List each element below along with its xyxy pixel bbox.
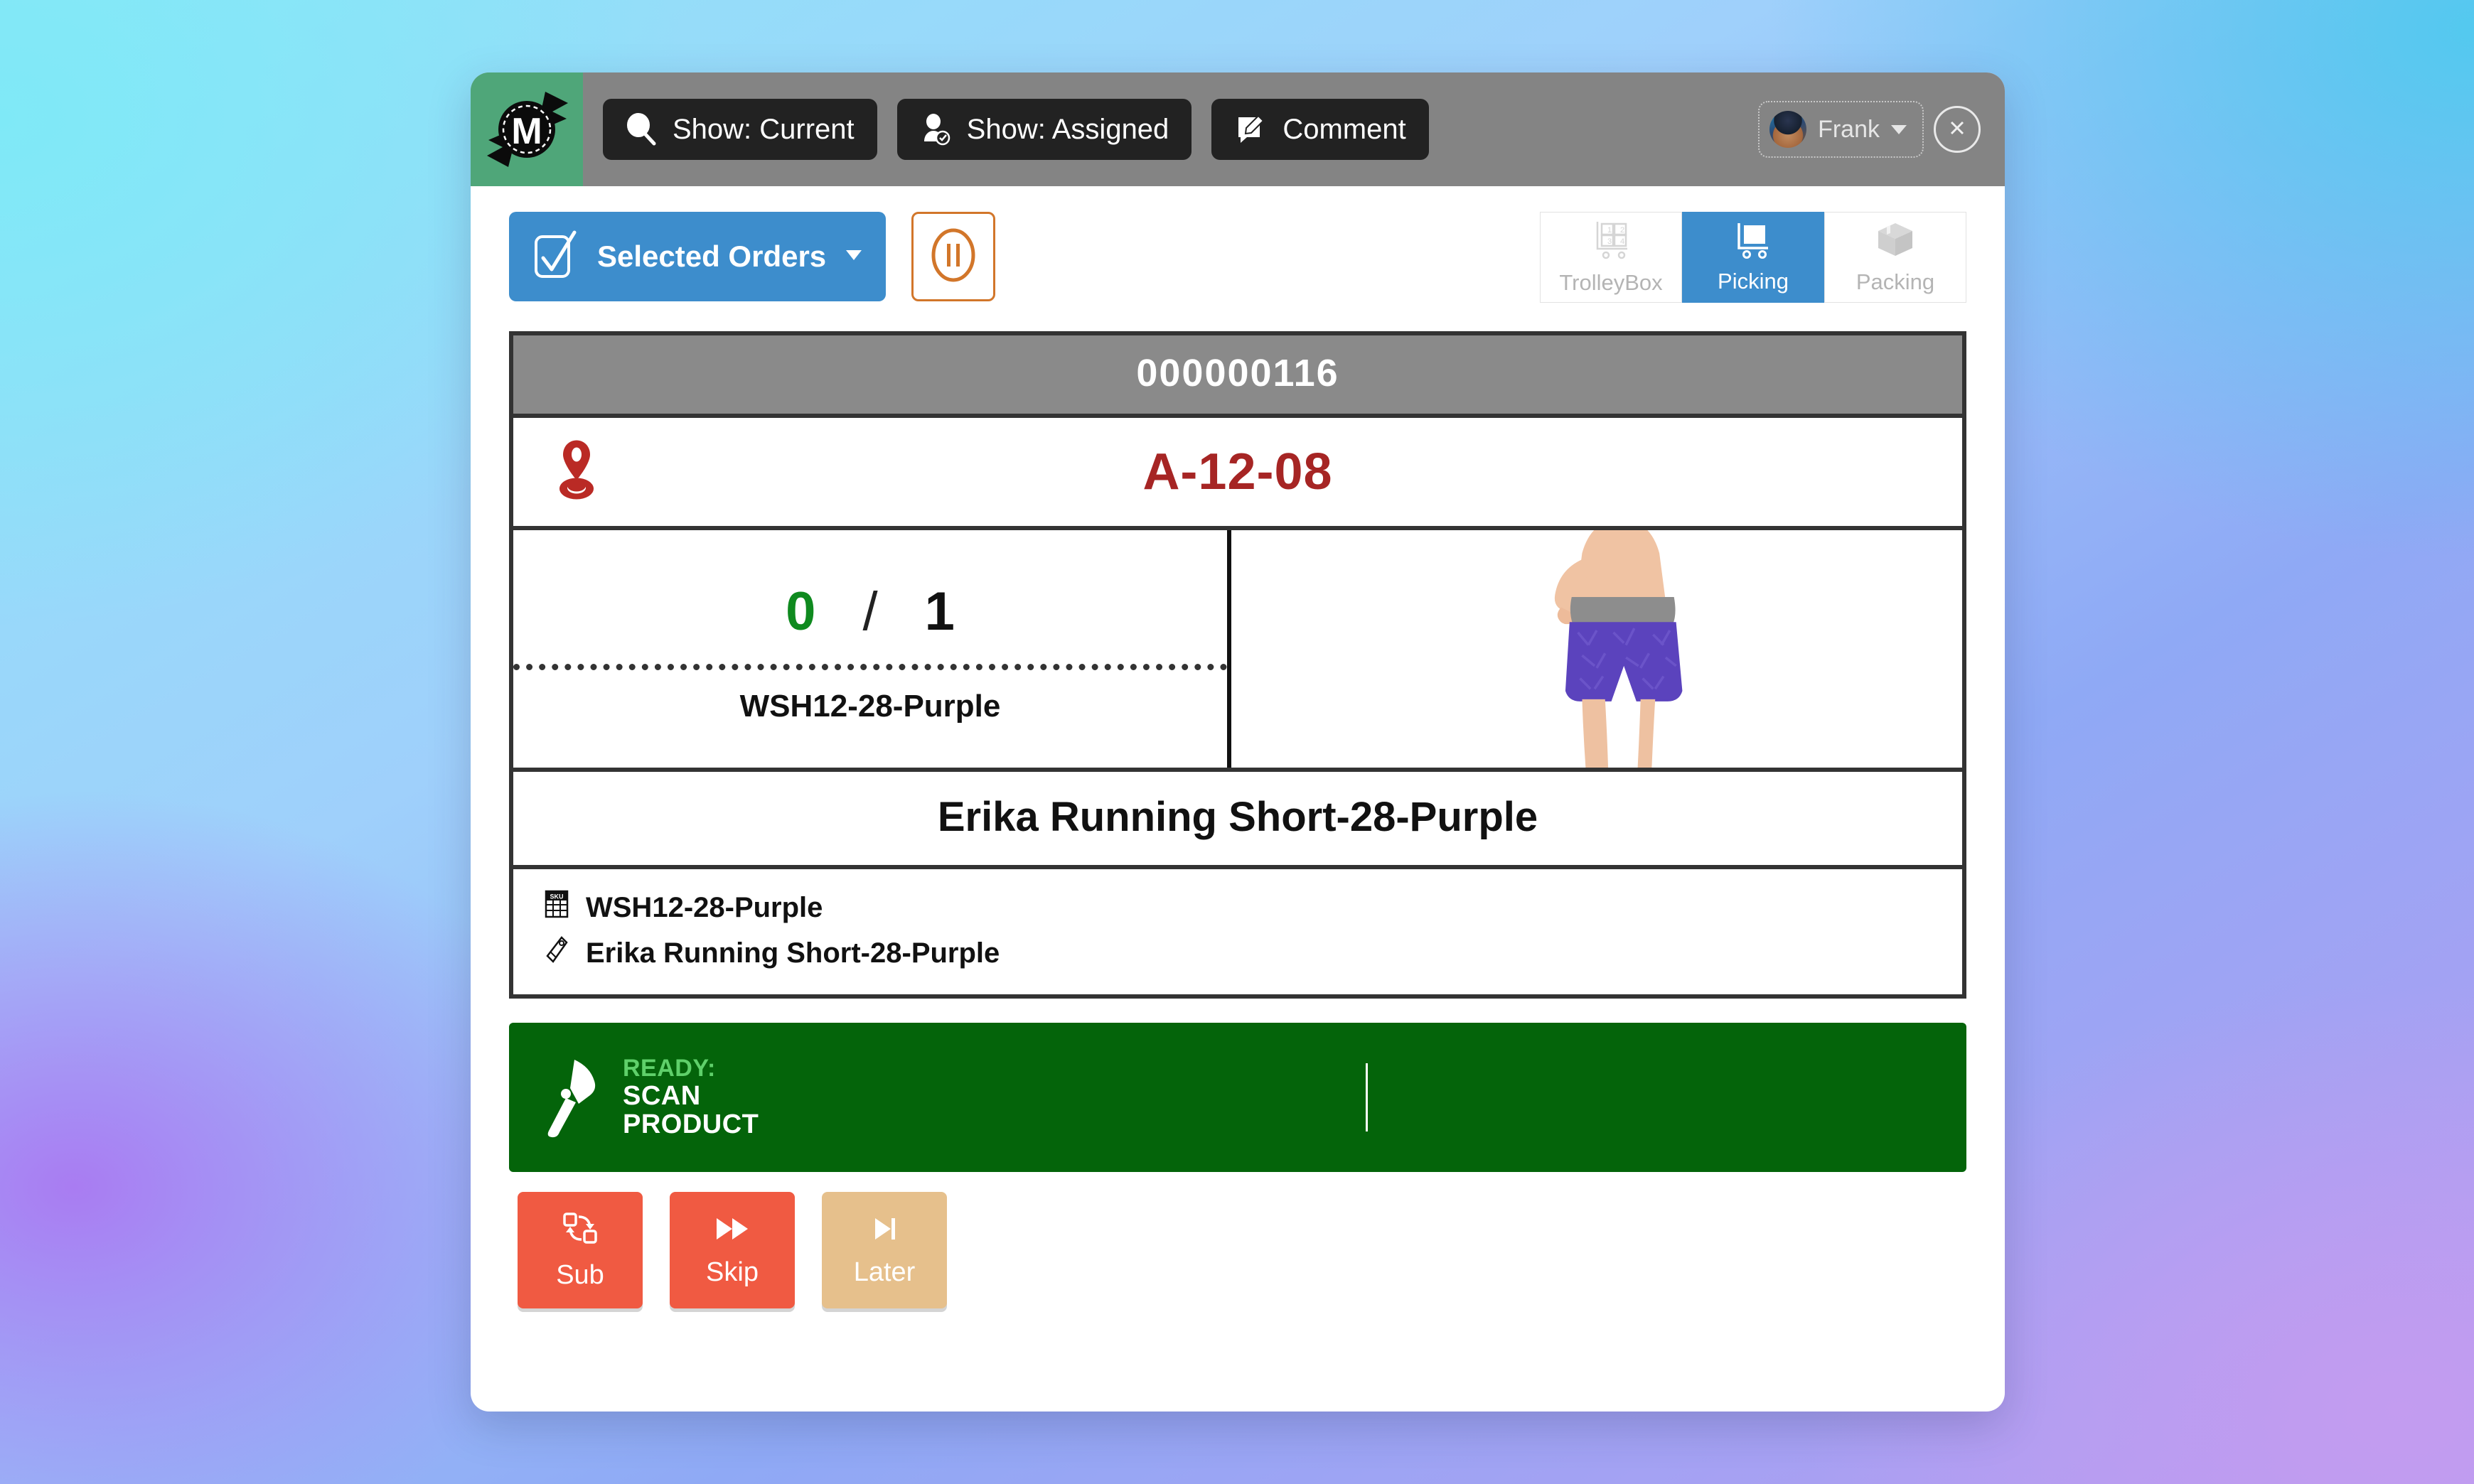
show-current-button[interactable]: Show: Current — [603, 99, 877, 160]
swap-icon — [560, 1210, 600, 1252]
picking-app-window: M Show: Current Show: Assigned Comment F… — [471, 72, 2005, 1412]
mode-bar: Selected Orders 1 2 3 4 TrolleyBox Picki… — [471, 186, 2005, 303]
quantity-cell: 0 / 1 WSH12-28-Purple — [513, 530, 1231, 768]
svg-text:SKU: SKU — [550, 893, 563, 900]
scan-product-input[interactable]: READY: SCAN PRODUCT — [509, 1023, 1966, 1172]
app-logo: M — [471, 72, 583, 186]
order-number: 000000116 — [513, 335, 1962, 414]
fast-forward-icon — [712, 1213, 752, 1249]
pick-task-card: 000000116 A-12-08 0 / 1 WSH12-28-Purple … — [509, 331, 1966, 999]
barcode-scanner-icon — [537, 1054, 603, 1141]
svg-text:1: 1 — [1607, 226, 1612, 235]
selected-orders-dropdown[interactable]: Selected Orders — [509, 212, 887, 301]
product-name: Erika Running Short-28-Purple — [513, 768, 1962, 865]
comment-label: Comment — [1282, 113, 1406, 145]
later-label: Later — [853, 1257, 916, 1287]
text-cursor — [1366, 1063, 1368, 1131]
avatar — [1769, 111, 1807, 148]
later-button[interactable]: Later — [822, 1192, 947, 1308]
mode-switcher: 1 2 3 4 TrolleyBox Picking Packing — [1540, 212, 1966, 303]
scan-ready-label: READY: — [623, 1055, 716, 1082]
show-current-label: Show: Current — [673, 113, 855, 145]
detail-sku-row: SKU WSH12-28-Purple — [545, 885, 1962, 930]
quantity-counter: 0 / 1 — [786, 581, 955, 642]
svg-text:4: 4 — [1620, 237, 1624, 246]
sub-button[interactable]: Sub — [518, 1192, 643, 1308]
header-right-group: Frank — [1758, 72, 1981, 186]
mode-button-trolleybox[interactable]: 1 2 3 4 TrolleyBox — [1540, 212, 1682, 303]
mode-button-picking[interactable]: Picking — [1682, 212, 1824, 303]
app-header: M Show: Current Show: Assigned Comment F… — [471, 72, 2005, 186]
scan-line-2: PRODUCT — [623, 1109, 759, 1140]
mode-button-packing[interactable]: Packing — [1824, 212, 1966, 303]
svg-text:3: 3 — [1607, 237, 1612, 246]
shopping-cart-icon — [1733, 221, 1774, 263]
mode-label-trolleybox: TrolleyBox — [1559, 269, 1663, 295]
selected-orders-label: Selected Orders — [597, 240, 827, 273]
pause-circle-icon — [929, 227, 978, 287]
skip-end-icon — [868, 1213, 901, 1249]
quantity-total: 1 — [924, 581, 955, 642]
detail-sku-value: WSH12-28-Purple — [586, 891, 823, 923]
magnifier-icon — [626, 113, 657, 146]
dotted-divider — [513, 664, 1227, 670]
quantity-and-image-row: 0 / 1 WSH12-28-Purple — [513, 526, 1962, 768]
close-icon — [1946, 117, 1968, 142]
comment-pencil-icon — [1234, 113, 1267, 146]
box-icon — [1875, 220, 1916, 264]
close-button[interactable] — [1934, 106, 1981, 153]
location-row: A-12-08 — [513, 414, 1962, 526]
action-buttons: Sub Skip Later — [518, 1192, 2005, 1308]
quantity-separator: / — [862, 581, 878, 642]
show-assigned-label: Show: Assigned — [966, 113, 1169, 145]
skip-button[interactable]: Skip — [670, 1192, 795, 1308]
trolley-grid-icon: 1 2 3 4 — [1589, 220, 1633, 264]
scan-instructions: READY: SCAN PRODUCT — [623, 1055, 759, 1139]
location-code: A-12-08 — [1142, 443, 1333, 500]
skip-label: Skip — [706, 1257, 759, 1287]
chevron-down-icon — [846, 249, 862, 264]
user-name: Frank — [1818, 115, 1880, 143]
map-pin-icon — [553, 439, 600, 505]
svg-text:2: 2 — [1620, 226, 1624, 235]
chevron-down-icon — [1891, 124, 1907, 134]
mode-label-picking: Picking — [1718, 268, 1789, 294]
sku-grid-icon: SKU — [545, 890, 569, 925]
user-menu[interactable]: Frank — [1758, 101, 1924, 158]
price-tag-icon — [545, 935, 569, 971]
comment-button[interactable]: Comment — [1211, 99, 1429, 160]
pause-button[interactable] — [911, 212, 996, 301]
product-details: SKU WSH12-28-Purple Erika Running Short-… — [513, 865, 1962, 994]
detail-name-row: Erika Running Short-28-Purple — [545, 930, 1962, 976]
detail-name-value: Erika Running Short-28-Purple — [586, 937, 1000, 969]
svg-text:M: M — [511, 111, 542, 152]
mode-label-packing: Packing — [1856, 269, 1935, 294]
scan-line-1: SCAN — [623, 1080, 701, 1111]
checkbox-checked-icon — [533, 230, 577, 284]
sku-label: WSH12-28-Purple — [739, 689, 1001, 724]
show-assigned-button[interactable]: Show: Assigned — [896, 99, 1192, 160]
sub-label: Sub — [556, 1260, 604, 1290]
product-image — [1231, 530, 1962, 768]
user-check-icon — [920, 113, 951, 146]
quantity-picked: 0 — [786, 581, 816, 642]
